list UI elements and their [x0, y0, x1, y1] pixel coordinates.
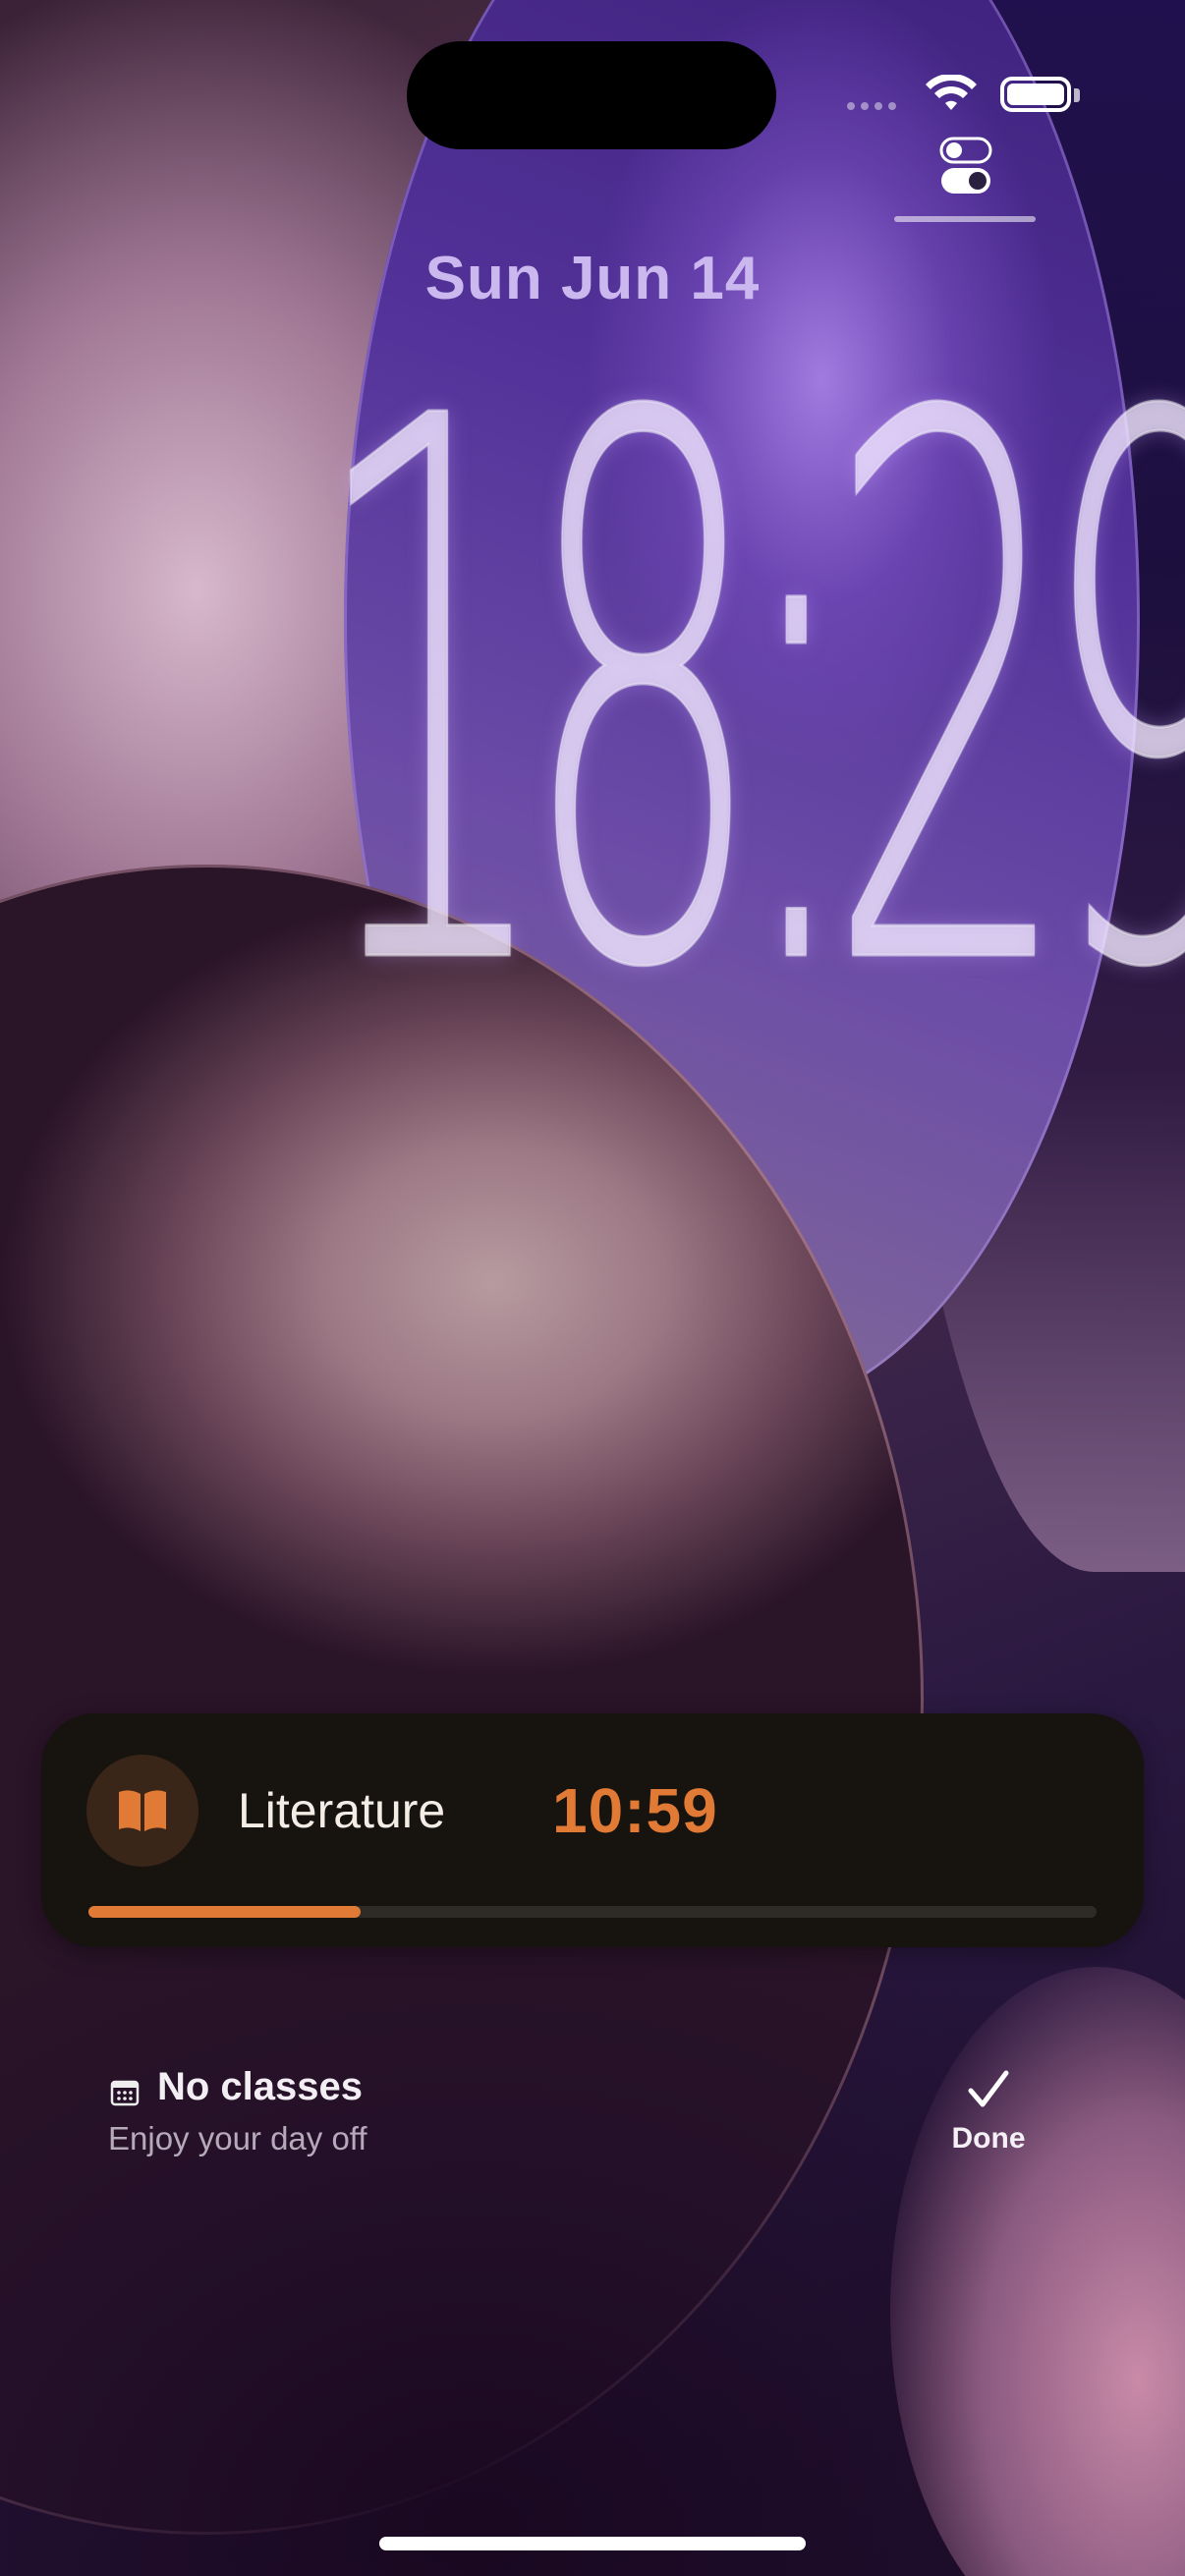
activity-timer: 10:59	[552, 1775, 718, 1846]
schedule-title: No classes	[157, 2065, 364, 2108]
activity-progress-track	[88, 1906, 1097, 1918]
cellular-dots-icon	[847, 102, 896, 110]
activity-progress-fill	[88, 1906, 362, 1918]
activity-subject: Literature	[238, 1783, 446, 1838]
battery-icon	[1000, 77, 1071, 112]
book-icon	[86, 1755, 198, 1867]
checkmark-icon[interactable]	[965, 2067, 1012, 2110]
battery-cap	[1074, 88, 1080, 102]
live-activity-card[interactable]: Literature 10:59	[41, 1713, 1144, 1947]
wifi-icon	[926, 75, 977, 110]
lockscreen-clock: 18:29	[308, 262, 1185, 1134]
schedule-subtitle: Enjoy your day off	[108, 2120, 367, 2156]
battery-fill	[1007, 84, 1064, 105]
toggle-icon[interactable]	[939, 136, 992, 196]
notification-pull-bar[interactable]	[894, 216, 1036, 222]
home-indicator[interactable]	[379, 2537, 806, 2550]
dynamic-island	[407, 41, 776, 149]
calendar-icon	[110, 2080, 140, 2106]
done-button[interactable]: Done	[949, 2122, 1028, 2156]
